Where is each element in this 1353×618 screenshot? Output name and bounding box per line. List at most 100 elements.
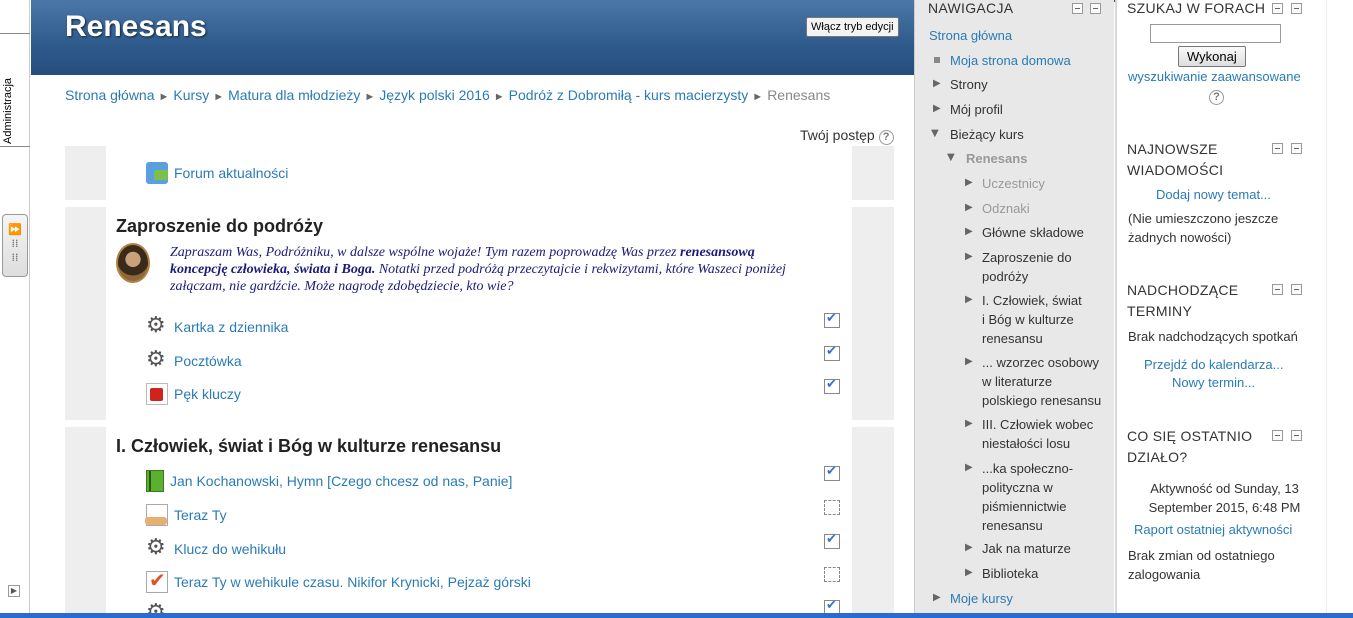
- completion-checkbox[interactable]: [824, 532, 840, 549]
- collapse-icon[interactable]: [1272, 3, 1283, 14]
- activity-postcard[interactable]: Pocztówka: [146, 347, 242, 372]
- section-summary: Zapraszam Was, Podróżniku, w dalsze wspó…: [170, 244, 790, 295]
- completion-checkbox[interactable]: [824, 567, 840, 582]
- nav-library[interactable]: Biblioteka: [982, 564, 1038, 583]
- collapse-down-icon[interactable]: ▼: [947, 152, 955, 163]
- collapse-down-icon[interactable]: ▼: [931, 128, 939, 139]
- collapse-icon[interactable]: [1272, 284, 1283, 295]
- forum-search-button[interactable]: Wykonaj: [1178, 46, 1246, 67]
- nav-topic-2[interactable]: ... wzorzec osobowy w literaturze polski…: [982, 353, 1107, 410]
- dock-icon[interactable]: [1291, 143, 1302, 154]
- expand-icon[interactable]: ▶: [965, 177, 973, 188]
- completion-checkbox[interactable]: [824, 311, 840, 328]
- expand-icon[interactable]: ▶: [965, 226, 973, 237]
- activity-link[interactable]: Pęk kluczy: [174, 386, 241, 402]
- expand-icon[interactable]: ▶: [965, 356, 973, 367]
- dock-expand-handle[interactable]: ⏩ ⁞⁞ ⁞⁞: [2, 214, 28, 277]
- no-events-text: Brak nadchodzących spotkań: [1128, 329, 1298, 344]
- expand-icon[interactable]: ▶: [965, 294, 973, 305]
- breadcrumb-parent-course[interactable]: Podróż z Dobromiłą - kurs macierzysty: [509, 87, 749, 103]
- activity-hymn[interactable]: Jan Kochanowski, Hymn [Czego chcesz od n…: [146, 470, 512, 492]
- activity-link[interactable]: Kartka z dziennika: [174, 319, 288, 335]
- nav-badges[interactable]: Odznaki: [982, 199, 1030, 218]
- edit-mode-button[interactable]: Włącz tryb edycji: [806, 17, 899, 37]
- activity-forum-news[interactable]: Forum aktualności: [146, 162, 288, 184]
- nav-topic-1[interactable]: I. Człowiek, świat i Bóg w kulturze rene…: [982, 291, 1082, 348]
- dock-tab-administration[interactable]: Administracja: [0, 33, 30, 147]
- nav-link[interactable]: Strona główna: [929, 28, 1012, 43]
- nav-topic-invitation[interactable]: Zaproszenie do podróży: [982, 248, 1082, 286]
- nav-link[interactable]: Moja strona domowa: [950, 53, 1071, 68]
- bullet-icon: [934, 57, 940, 63]
- activity-link[interactable]: Jan Kochanowski, Hymn [Czego chcesz od n…: [170, 473, 512, 489]
- dock-bottom-icon[interactable]: ▶: [8, 585, 20, 597]
- dock-icon[interactable]: [1291, 284, 1302, 295]
- breadcrumb-subcategory[interactable]: Język polski 2016: [379, 87, 490, 103]
- activity-link[interactable]: Forum aktualności: [174, 165, 288, 181]
- nav-link[interactable]: Moje kursy: [950, 591, 1013, 606]
- collapse-icon[interactable]: [1072, 3, 1083, 14]
- activity-link[interactable]: Teraz Ty w wehikule czasu. Nikifor Kryni…: [174, 574, 531, 590]
- advanced-search-link[interactable]: wyszukiwanie zaawansowane: [1128, 69, 1301, 84]
- expand-icon[interactable]: ▶: [933, 78, 941, 89]
- gear-icon: [146, 347, 168, 372]
- dock-tab-label: Administracja: [2, 77, 14, 144]
- section-content: Zaproszenie do podróży Zapraszam Was, Po…: [106, 207, 852, 420]
- nav-profile[interactable]: Mój profil: [950, 100, 1003, 119]
- completion-checkbox[interactable]: [824, 377, 840, 394]
- expand-icon[interactable]: ▶: [933, 103, 941, 114]
- help-icon[interactable]: ?: [878, 130, 894, 145]
- dock-grip-icon: ⁞⁞ ⁞⁞: [11, 237, 19, 264]
- activity-link[interactable]: Teraz Ty: [174, 507, 227, 523]
- activity-diary-card[interactable]: Kartka z dziennika: [146, 313, 288, 338]
- add-news-topic-link[interactable]: Dodaj nowy temat...: [1156, 187, 1271, 202]
- side-dock: Administracja ⏩ ⁞⁞ ⁞⁞ ▶: [0, 0, 30, 618]
- help-icon[interactable]: ?: [1209, 90, 1224, 105]
- collapse-icon[interactable]: [1272, 430, 1283, 441]
- activity-keys-pdf[interactable]: Pęk kluczy: [146, 383, 241, 405]
- expand-icon[interactable]: ▶: [965, 202, 973, 213]
- completion-checkbox[interactable]: [824, 500, 840, 515]
- new-event-link[interactable]: Nowy termin...: [1172, 375, 1255, 390]
- nav-my-home[interactable]: Moja strona domowa: [950, 51, 1071, 70]
- go-to-calendar-link[interactable]: Przejdź do kalendarza...: [1144, 357, 1283, 372]
- progress-label: Twój postęp: [800, 127, 875, 143]
- expand-icon[interactable]: ▶: [933, 592, 941, 603]
- nav-home[interactable]: Strona główna: [929, 26, 1012, 45]
- nav-pages[interactable]: Strony: [950, 75, 988, 94]
- expand-icon[interactable]: ▶: [965, 567, 973, 578]
- activity-your-turn[interactable]: Teraz Ty: [145, 504, 227, 526]
- collapse-icon[interactable]: [1272, 143, 1283, 154]
- page-header: Renesans Włącz tryb edycji: [31, 0, 914, 75]
- dock-icon[interactable]: [1291, 3, 1302, 14]
- site-title[interactable]: Renesans: [65, 10, 207, 44]
- expand-icon[interactable]: ▶: [965, 462, 973, 473]
- activity-vehicle-key[interactable]: Klucz do wehikułu: [146, 535, 286, 560]
- breadcrumb-courses[interactable]: Kursy: [173, 87, 209, 103]
- navigation-block: NAWIGACJA Strona główna Moja strona domo…: [914, 0, 1114, 618]
- activity-link[interactable]: Klucz do wehikułu: [174, 541, 286, 557]
- activity-link[interactable]: Pocztówka: [174, 353, 242, 369]
- no-changes-text: Brak zmian od ostatniego zalogowania: [1128, 548, 1275, 582]
- nav-course-renesans[interactable]: Renesans: [966, 149, 1027, 168]
- expand-icon[interactable]: ▶: [965, 542, 973, 553]
- nav-topic-3[interactable]: III. Człowiek wobec niestałości losu: [982, 415, 1097, 453]
- completion-checkbox[interactable]: [824, 464, 840, 481]
- breadcrumb-home[interactable]: Strona główna: [65, 87, 155, 103]
- nav-general[interactable]: Główne składowe: [982, 223, 1084, 242]
- nav-my-courses[interactable]: Moje kursy: [950, 589, 1013, 608]
- recent-activity-report-link[interactable]: Raport ostatniej aktywności: [1134, 522, 1292, 537]
- breadcrumb-category[interactable]: Matura dla młodzieży: [228, 87, 360, 103]
- expand-icon[interactable]: ▶: [965, 418, 973, 429]
- completion-checkbox[interactable]: [824, 344, 840, 361]
- nav-current-course[interactable]: Bieżący kurs: [950, 125, 1024, 144]
- expand-icon[interactable]: ▶: [965, 251, 973, 262]
- activity-time-machine-quiz[interactable]: Teraz Ty w wehikule czasu. Nikifor Kryni…: [146, 568, 531, 593]
- forum-search-input[interactable]: [1150, 24, 1281, 43]
- dock-icon[interactable]: [1291, 430, 1302, 441]
- dock-icon[interactable]: [1090, 3, 1101, 14]
- nav-participants[interactable]: Uczestnicy: [982, 174, 1045, 193]
- nav-topic-4[interactable]: ...ka społeczno-polityczna w piśmiennict…: [982, 459, 1082, 535]
- nav-matura[interactable]: Jak na maturze: [982, 539, 1071, 558]
- block-title: NADCHODZĄCE TERMINY: [1127, 282, 1239, 319]
